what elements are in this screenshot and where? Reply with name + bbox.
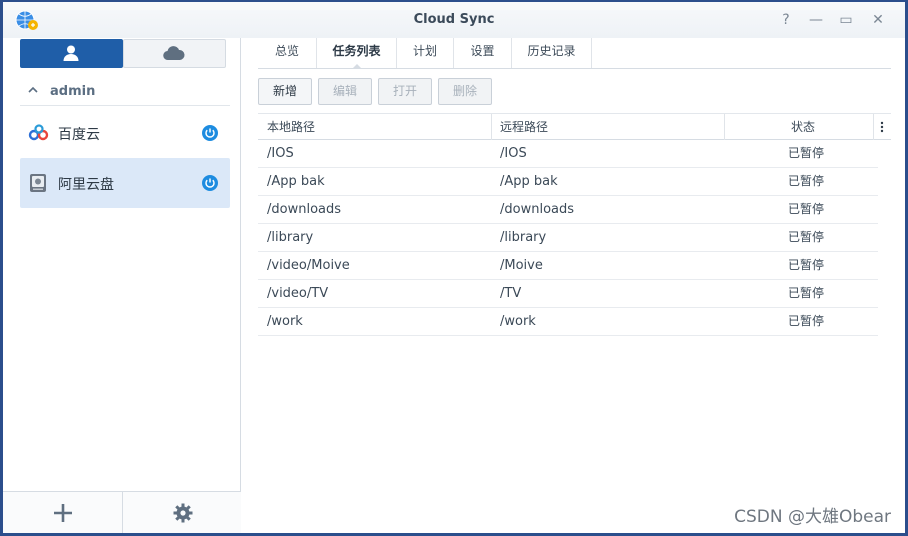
remote-path-cell: /Moive: [500, 258, 543, 273]
tab-overview[interactable]: 总览: [258, 38, 317, 68]
account-label: 阿里云盘: [58, 177, 114, 193]
column-header-status[interactable]: 状态: [791, 114, 815, 140]
add-account-button[interactable]: [3, 492, 122, 533]
chevron-up-icon: [28, 86, 38, 93]
remote-path-cell: /downloads: [500, 202, 575, 217]
plus-icon: [54, 504, 72, 522]
local-path-cell: /library: [267, 230, 314, 245]
title-bar: Cloud Sync ? — ▭ ✕: [3, 2, 905, 38]
remote-path-cell: /IOS: [500, 146, 527, 161]
maximize-button[interactable]: ▭: [836, 10, 856, 30]
remote-path-cell: /work: [500, 314, 536, 329]
column-separator[interactable]: [724, 114, 725, 140]
table-row[interactable]: /library /library 已暂停: [258, 224, 878, 252]
delete-task-button[interactable]: 删除: [438, 78, 492, 105]
edit-task-button[interactable]: 编辑: [318, 78, 372, 105]
remote-path-cell: /library: [500, 230, 547, 245]
table-row[interactable]: /video/TV /TV 已暂停: [258, 280, 878, 308]
aliyun-drive-icon: [30, 174, 46, 192]
power-status-icon: [202, 175, 218, 191]
status-cell: 已暂停: [788, 202, 825, 216]
remote-path-cell: /TV: [500, 286, 522, 301]
local-path-cell: /video/Moive: [267, 258, 350, 273]
table-row[interactable]: /work /work 已暂停: [258, 308, 878, 336]
status-cell: 已暂停: [788, 286, 825, 300]
cloud-icon: [163, 46, 185, 61]
tab-schedule[interactable]: 计划: [397, 38, 454, 68]
tab-history[interactable]: 历史记录: [512, 38, 592, 68]
cloud-view-toggle[interactable]: [123, 39, 226, 68]
help-button[interactable]: ?: [776, 10, 796, 30]
account-item-baidu[interactable]: 百度云: [20, 108, 230, 158]
close-button[interactable]: ✕: [868, 10, 888, 30]
left-panel-footer: [3, 491, 241, 533]
settings-button[interactable]: [123, 492, 242, 533]
watermark-text: CSDN @大雄Obear: [734, 507, 891, 527]
status-cell: 已暂停: [788, 258, 825, 272]
column-header-remote[interactable]: 远程路径: [500, 114, 548, 140]
table-row[interactable]: /IOS /IOS 已暂停: [258, 140, 878, 168]
table-row[interactable]: /video/Moive /Moive 已暂停: [258, 252, 878, 280]
status-cell: 已暂停: [788, 230, 825, 244]
account-label: 百度云: [58, 127, 100, 143]
status-cell: 已暂停: [788, 146, 825, 160]
add-task-button[interactable]: 新增: [258, 78, 312, 105]
account-group-header[interactable]: admin: [20, 80, 230, 106]
account-item-aliyun[interactable]: 阿里云盘: [20, 158, 230, 208]
baidu-cloud-icon: [28, 124, 49, 141]
column-header-local[interactable]: 本地路径: [267, 114, 315, 140]
local-path-cell: /downloads: [267, 202, 342, 217]
local-path-cell: /App bak: [267, 174, 325, 189]
local-path-cell: /video/TV: [267, 286, 329, 301]
user-view-toggle[interactable]: [20, 39, 123, 68]
column-menu-icon[interactable]: [880, 121, 884, 133]
local-path-cell: /IOS: [267, 146, 294, 161]
status-cell: 已暂停: [788, 314, 825, 328]
minimize-button[interactable]: —: [806, 10, 826, 30]
open-task-button[interactable]: 打开: [378, 78, 432, 105]
table-row[interactable]: /App bak /App bak 已暂停: [258, 168, 878, 196]
column-separator[interactable]: [491, 114, 492, 140]
tab-task-list[interactable]: 任务列表: [317, 38, 397, 69]
table-row[interactable]: /downloads /downloads 已暂停: [258, 196, 878, 224]
remote-path-cell: /App bak: [500, 174, 558, 189]
tab-bar: 总览 任务列表 计划 设置 历史记录: [258, 38, 891, 69]
gear-icon: [173, 503, 193, 523]
cloud-sync-window: Cloud Sync ? — ▭ ✕ admin 百度云 阿里云盘 总览 任务列…: [3, 2, 905, 533]
column-separator[interactable]: [873, 114, 874, 140]
power-status-icon: [202, 125, 218, 141]
user-icon: [63, 45, 79, 61]
local-path-cell: /work: [267, 314, 303, 329]
task-table: 本地路径 远程路径 状态 /IOS /IOS 已暂停 /App bak /App…: [258, 113, 891, 336]
tab-settings[interactable]: 设置: [454, 38, 512, 68]
table-header: 本地路径 远程路径 状态: [258, 113, 891, 140]
window-title: Cloud Sync: [413, 12, 495, 27]
status-cell: 已暂停: [788, 174, 825, 188]
account-group-label: admin: [50, 84, 96, 99]
left-panel: admin 百度云 阿里云盘: [3, 38, 241, 533]
